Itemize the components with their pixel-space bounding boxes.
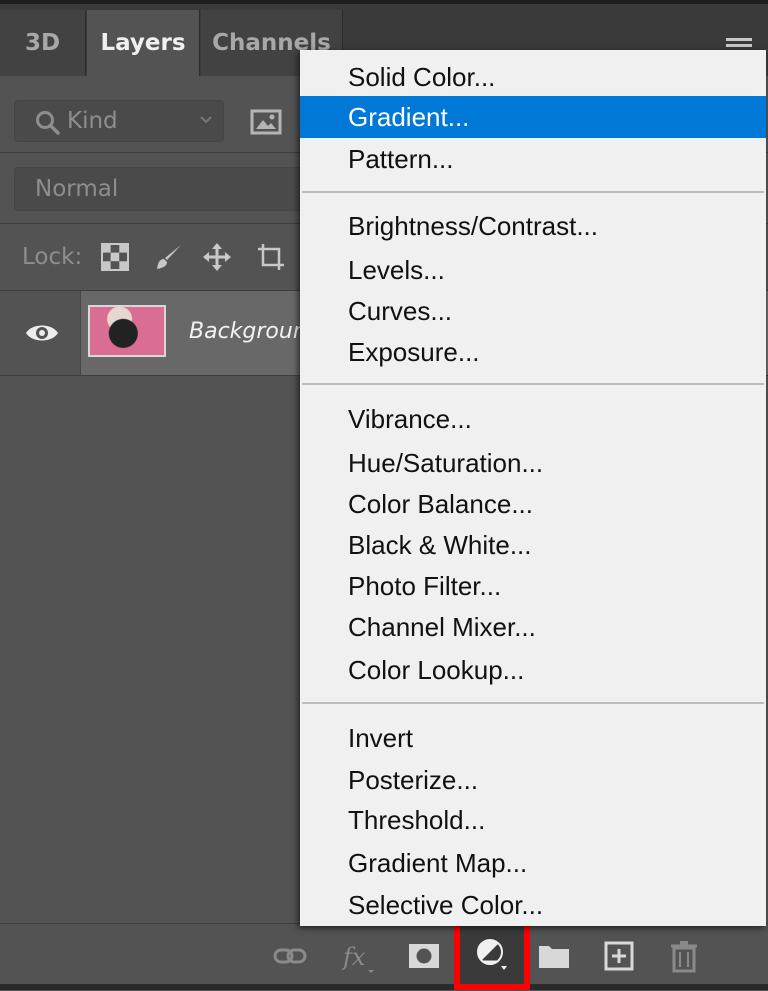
menu-item-channel-mixer[interactable]: Channel Mixer... [300,606,766,648]
lock-label: Lock: [22,244,83,270]
search-icon [36,111,60,135]
visibility-toggle[interactable] [0,291,81,375]
fx-icon[interactable]: fx [340,938,376,974]
svg-text:fx: fx [341,943,366,971]
eye-icon [26,325,58,341]
chevron-down-icon [200,116,212,124]
adjustment-layer-icon [477,939,507,970]
adjustment-layer-menu: Solid Color... Gradient... Pattern... Br… [300,50,766,926]
menu-item-vibrance[interactable]: Vibrance... [300,398,766,440]
menu-item-hue-saturation[interactable]: Hue/Saturation... [300,442,766,484]
menu-item-levels[interactable]: Levels... [300,249,766,291]
layers-bottom-toolbar: fx [0,923,768,991]
menu-separator [302,702,764,704]
menu-item-selective-color[interactable]: Selective Color... [300,884,766,926]
layer-thumbnail[interactable] [88,305,166,357]
brush-icon[interactable] [154,242,184,272]
menu-item-invert[interactable]: Invert [300,717,766,759]
menu-item-gradient-map[interactable]: Gradient Map... [300,842,766,884]
menu-item-exposure[interactable]: Exposure... [300,331,766,373]
new-group-icon[interactable] [536,938,572,974]
tab-3d[interactable]: 3D [0,10,86,76]
new-layer-icon[interactable] [601,938,637,974]
menu-item-photo-filter[interactable]: Photo Filter... [300,565,766,607]
window-frame-bottom [0,984,768,990]
add-mask-icon[interactable] [406,938,442,974]
artboard-icon[interactable] [256,242,286,272]
menu-item-solid-color[interactable]: Solid Color... [300,56,766,98]
tab-layers[interactable]: Layers [87,10,200,76]
menu-item-gradient[interactable]: Gradient... [300,96,766,138]
menu-item-curves[interactable]: Curves... [300,290,766,332]
delete-layer-icon[interactable] [666,938,702,974]
blend-mode-select[interactable]: Normal [14,167,344,211]
lock-transparent-pixels-icon[interactable] [100,242,130,272]
menu-item-black-white[interactable]: Black & White... [300,524,766,566]
kind-filter-label: Kind [67,108,118,134]
blend-mode-label: Normal [35,176,119,202]
menu-separator [302,383,764,385]
image-filter-icon[interactable] [250,109,282,135]
menu-item-color-lookup[interactable]: Color Lookup... [300,649,766,691]
menu-item-color-balance[interactable]: Color Balance... [300,483,766,525]
menu-item-posterize[interactable]: Posterize... [300,759,766,801]
menu-item-threshold[interactable]: Threshold... [300,799,766,841]
kind-filter-select[interactable]: Kind [14,100,224,142]
adjustment-layer-button[interactable] [454,918,530,990]
menu-item-brightness-contrast[interactable]: Brightness/Contrast... [300,205,766,247]
menu-item-pattern[interactable]: Pattern... [300,138,766,180]
menu-separator [302,191,764,193]
link-layers-icon[interactable] [272,938,308,974]
move-icon[interactable] [202,242,232,272]
